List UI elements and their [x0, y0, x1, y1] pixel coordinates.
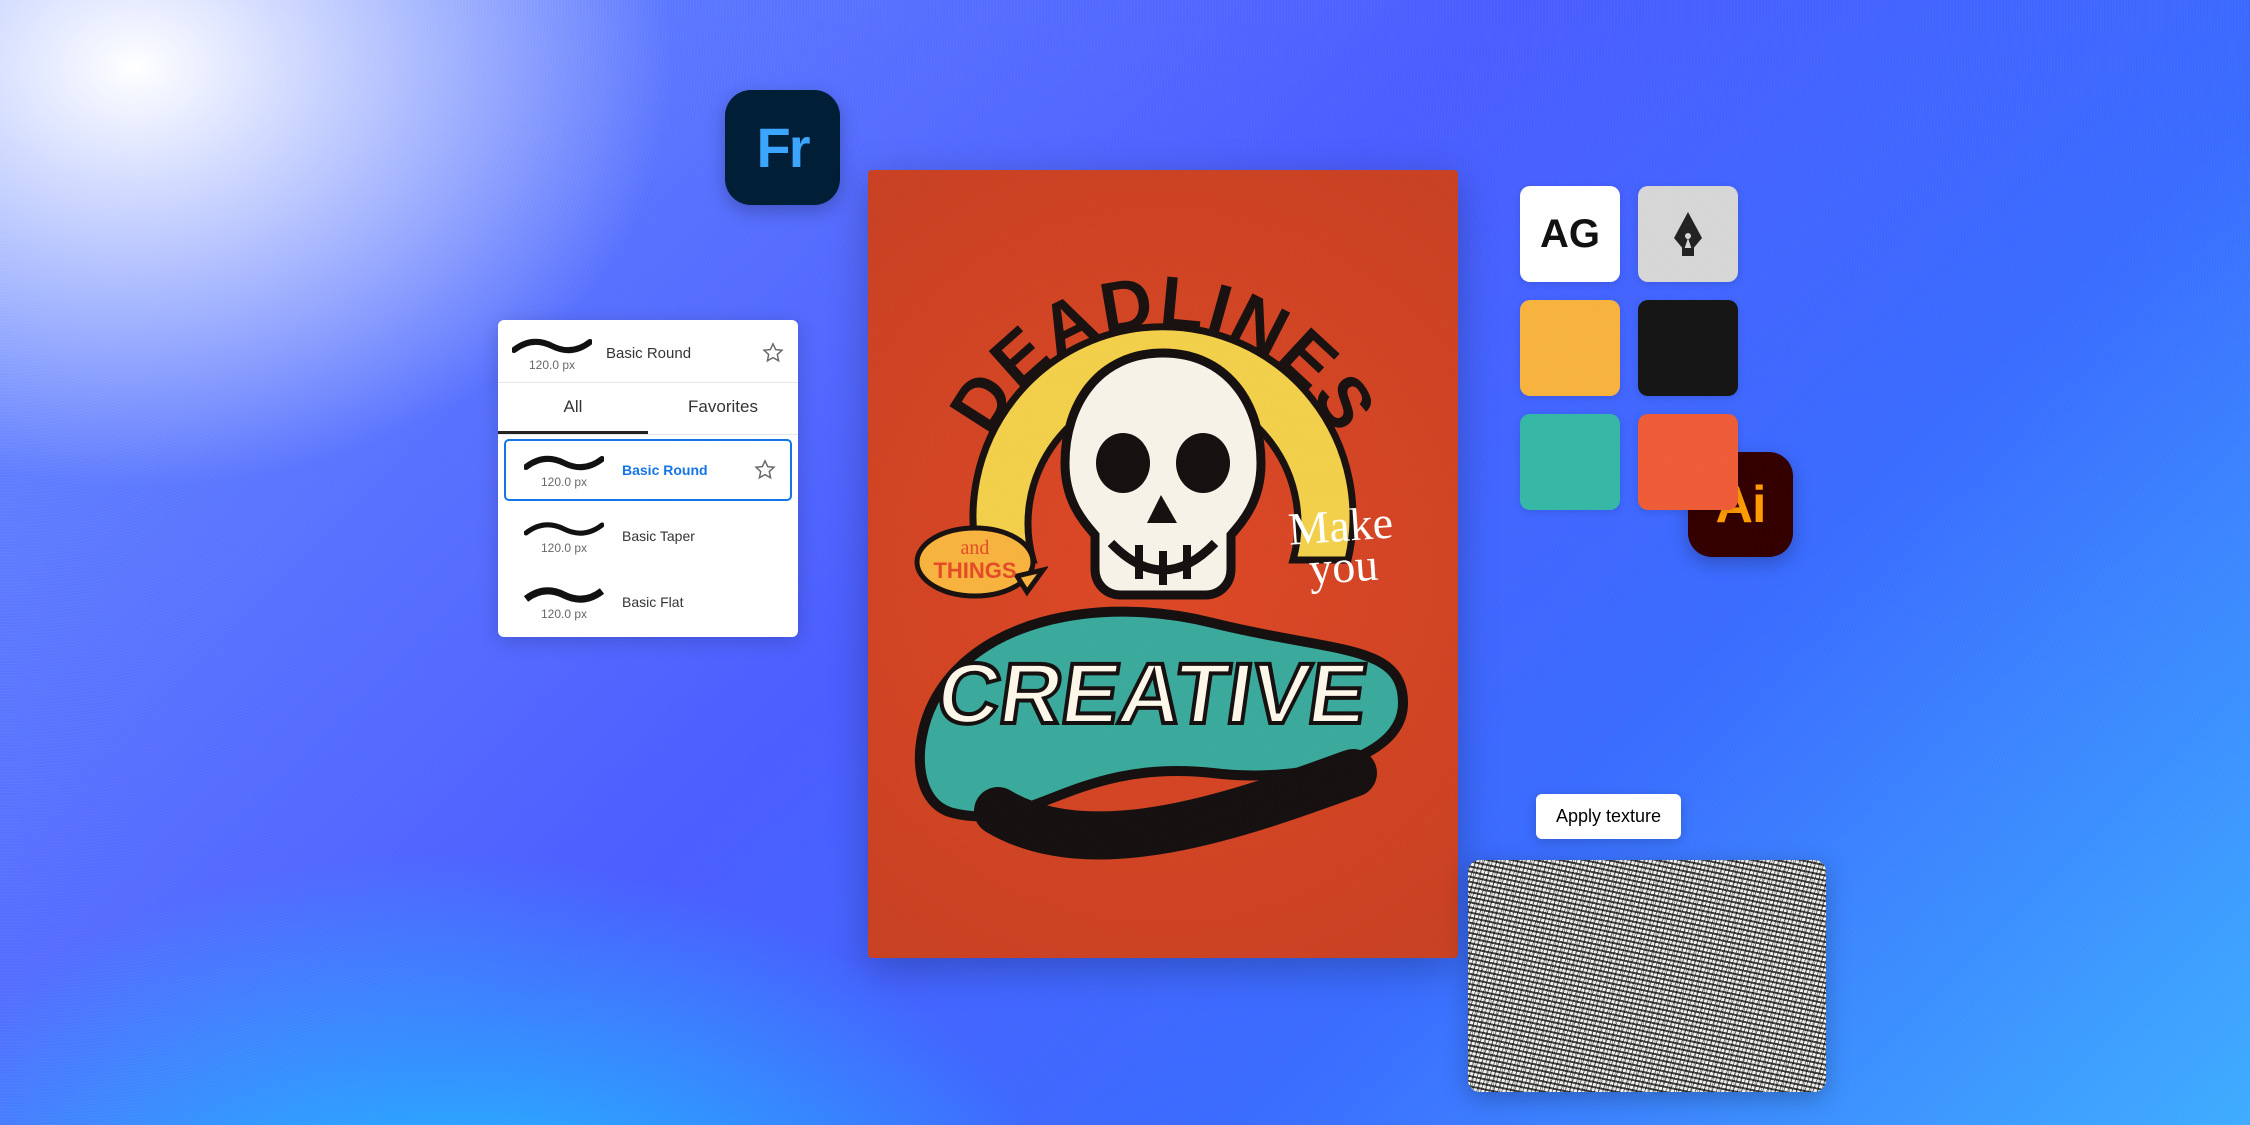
- brush-panel-header: 120.0 px Basic Round: [498, 320, 798, 383]
- color-swatch-yellow[interactable]: [1520, 300, 1620, 396]
- svg-text:THINGS: THINGS: [933, 558, 1016, 583]
- brush-stroke-preview-icon: [524, 583, 604, 605]
- apply-texture-button[interactable]: Apply texture: [1536, 794, 1681, 839]
- poster-band-icon: CREATIVE: [913, 583, 1413, 863]
- swatch-grid: AG: [1520, 186, 1738, 510]
- brush-header-size: 120.0 px: [529, 358, 575, 372]
- favorite-star-icon[interactable]: [754, 459, 776, 481]
- brush-list: 120.0 px Basic Round 120.0 px Basic Tape…: [498, 439, 798, 633]
- tab-favorites[interactable]: Favorites: [648, 383, 798, 434]
- brush-item-label: Basic Round: [622, 462, 708, 478]
- favorite-star-icon[interactable]: [762, 342, 784, 364]
- pen-tool-swatch[interactable]: [1638, 186, 1738, 282]
- brush-item-basic-round[interactable]: 120.0 px Basic Round: [504, 439, 792, 501]
- brush-panel: 120.0 px Basic Round All Favorites 120.0…: [498, 320, 798, 637]
- apply-texture-label: Apply texture: [1556, 806, 1661, 826]
- svg-text:CREATIVE: CREATIVE: [931, 646, 1373, 742]
- fresco-label: Fr: [757, 115, 809, 180]
- brush-item-size: 120.0 px: [541, 541, 587, 555]
- brush-stroke-preview-icon: [524, 451, 604, 473]
- tab-all[interactable]: All: [498, 383, 648, 434]
- brush-stroke-preview-icon: [512, 334, 592, 356]
- poster-artwork: DEADLINES and THINGS Make you CREATIVE: [868, 170, 1458, 958]
- type-sample-label: AG: [1540, 212, 1600, 257]
- fresco-app-icon[interactable]: Fr: [725, 90, 840, 205]
- brush-tabs: All Favorites: [498, 383, 798, 435]
- brush-header-name: Basic Round: [606, 345, 691, 362]
- brush-item-basic-flat[interactable]: 120.0 px Basic Flat: [504, 571, 792, 633]
- skull-icon: [1053, 345, 1273, 605]
- brush-item-label: Basic Flat: [622, 594, 683, 610]
- svg-text:and: and: [961, 537, 990, 559]
- type-sample-swatch[interactable]: AG: [1520, 186, 1620, 282]
- texture-preview[interactable]: [1468, 860, 1826, 1092]
- brush-item-basic-taper[interactable]: 120.0 px Basic Taper: [504, 505, 792, 567]
- color-swatch-teal[interactable]: [1520, 414, 1620, 510]
- brush-item-label: Basic Taper: [622, 528, 695, 544]
- brush-item-size: 120.0 px: [541, 607, 587, 621]
- color-swatch-black[interactable]: [1638, 300, 1738, 396]
- brush-item-size: 120.0 px: [541, 475, 587, 489]
- brush-stroke-preview-icon: [524, 517, 604, 539]
- color-swatch-orange[interactable]: [1638, 414, 1738, 510]
- pen-nib-icon: [1662, 208, 1714, 260]
